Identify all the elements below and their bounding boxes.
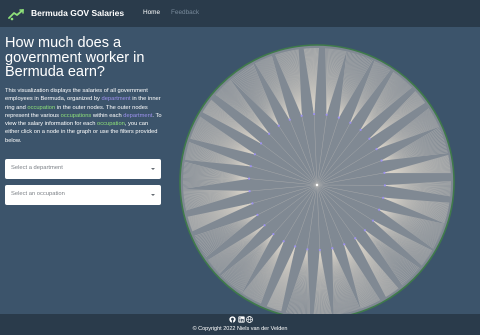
department-node[interactable]: [248, 190, 251, 193]
description: This visualization displays the salaries…: [5, 87, 163, 145]
department-node[interactable]: [383, 184, 387, 187]
department-node[interactable]: [383, 171, 386, 174]
occupation-highlight: occupation: [97, 121, 125, 127]
department-node[interactable]: [282, 240, 285, 243]
department-node[interactable]: [294, 245, 297, 248]
chevron-down-icon: [151, 168, 155, 170]
department-node[interactable]: [251, 202, 254, 205]
linkedin-icon[interactable]: [237, 316, 245, 323]
department-node[interactable]: [337, 116, 340, 119]
department-highlight: department: [101, 96, 131, 103]
occupation-select[interactable]: Select an occupation: [5, 185, 161, 205]
department-node[interactable]: [368, 137, 371, 140]
occupation-highlight: occupation: [27, 104, 56, 111]
department-node[interactable]: [259, 142, 263, 145]
department-node[interactable]: [247, 177, 251, 180]
department-node[interactable]: [325, 113, 328, 116]
chevron-down-icon: [151, 194, 155, 196]
occupation-select-placeholder: Select an occupation: [11, 191, 65, 197]
department-node[interactable]: [382, 196, 385, 199]
department-node[interactable]: [313, 112, 316, 116]
department-node[interactable]: [263, 224, 266, 227]
department-node[interactable]: [371, 219, 375, 222]
footer-icons: [229, 316, 253, 324]
brand-title[interactable]: Bermuda GOV Salaries: [31, 8, 124, 18]
department-node[interactable]: [378, 208, 381, 211]
copyright-text: © Copyright 2022 Niels van der Velden: [192, 326, 288, 332]
nav-home-link[interactable]: Home: [143, 9, 160, 16]
department-node[interactable]: [253, 153, 256, 156]
department-select-placeholder: Select a department: [11, 165, 63, 171]
globe-icon[interactable]: [246, 316, 253, 323]
github-icon[interactable]: [229, 316, 236, 323]
department-node[interactable]: [256, 213, 259, 216]
description-text: within each: [91, 112, 124, 119]
department-node[interactable]: [354, 237, 357, 240]
page-title: How much does a government worker in Ber…: [5, 35, 145, 80]
footer: © Copyright 2022 Niels van der Velden: [0, 314, 480, 335]
department-select[interactable]: Select a department: [5, 159, 161, 179]
department-node[interactable]: [331, 247, 334, 250]
center-node[interactable]: [315, 183, 319, 187]
department-highlight: department: [123, 112, 153, 119]
occupation-highlight: occupations: [60, 112, 92, 119]
department-node[interactable]: [363, 229, 367, 232]
department-node[interactable]: [343, 243, 346, 246]
department-node[interactable]: [267, 132, 271, 135]
department-node[interactable]: [288, 118, 291, 121]
department-node[interactable]: [359, 128, 362, 131]
department-node[interactable]: [380, 159, 383, 162]
navbar: Bermuda GOV Salaries Home Feedback: [0, 0, 480, 27]
department-node[interactable]: [349, 121, 352, 124]
department-node[interactable]: [306, 248, 309, 251]
brand-logo-icon: [8, 9, 24, 21]
department-node[interactable]: [272, 233, 275, 236]
department-node[interactable]: [375, 148, 378, 151]
department-node[interactable]: [277, 124, 280, 127]
department-node[interactable]: [249, 165, 252, 168]
nav-feedback-link[interactable]: Feedback: [171, 9, 199, 16]
department-node[interactable]: [300, 114, 303, 117]
department-node[interactable]: [318, 248, 321, 252]
